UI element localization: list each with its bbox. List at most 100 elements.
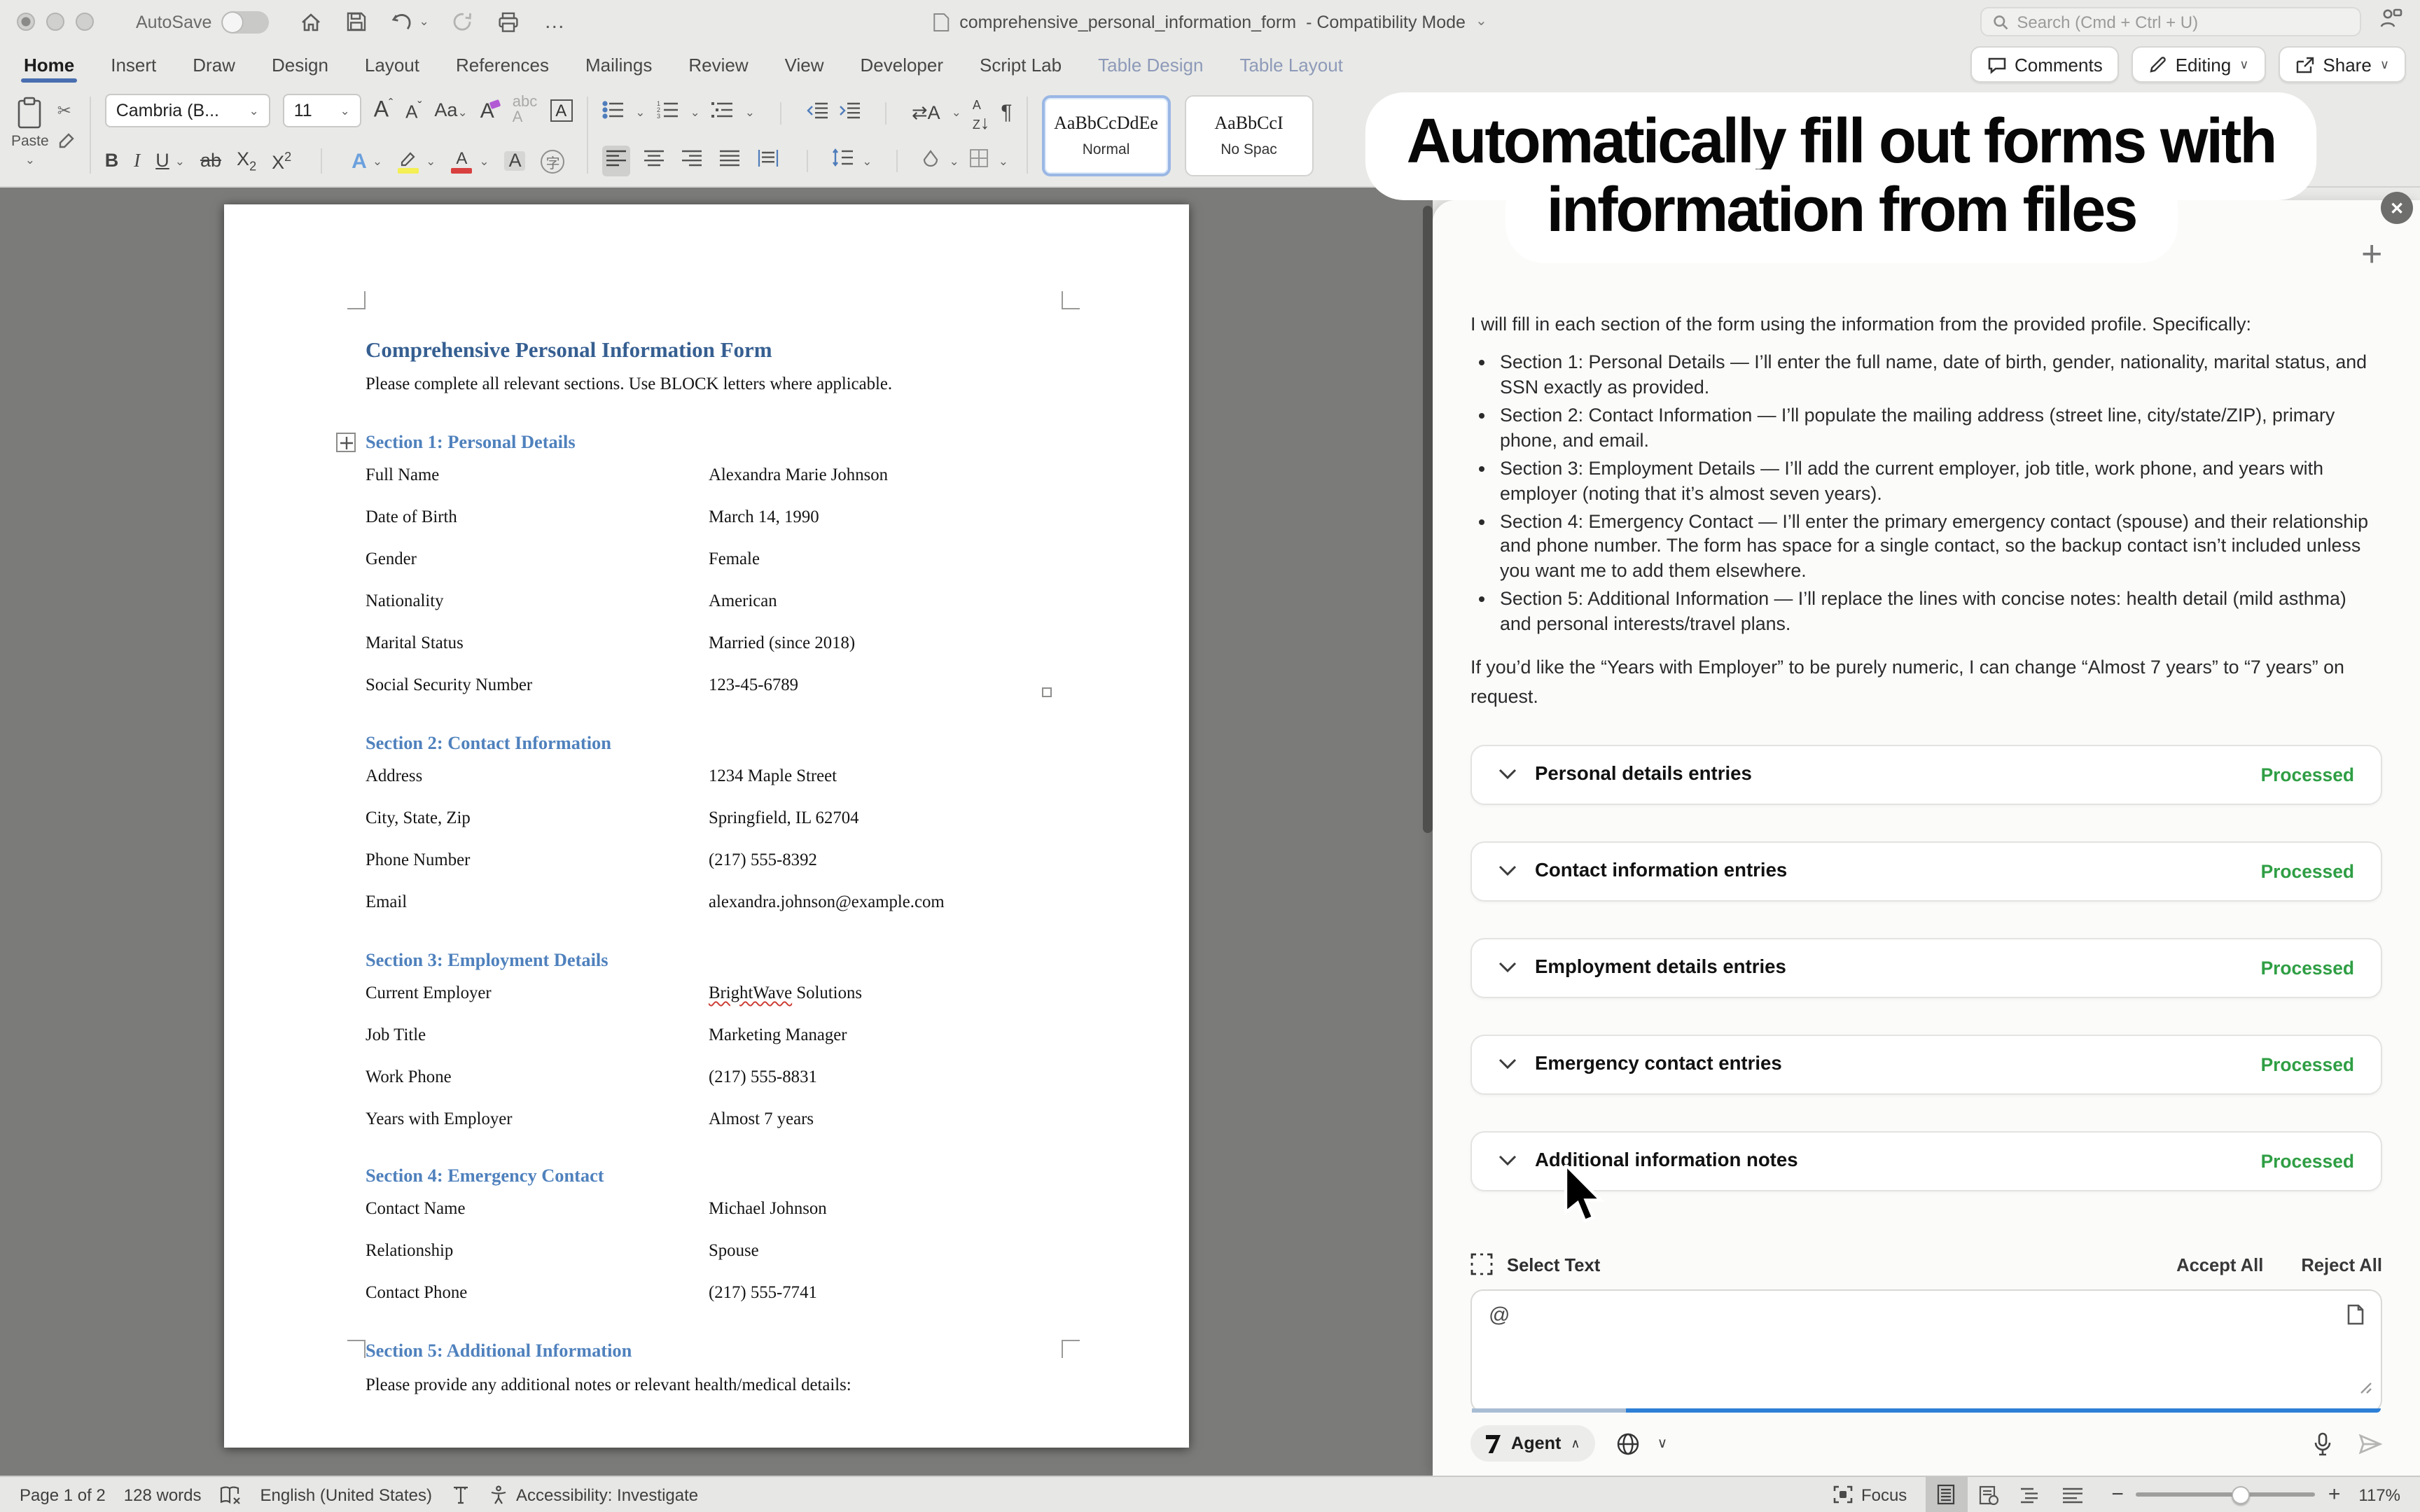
- autosave-toggle[interactable]: [221, 10, 269, 33]
- tab-developer[interactable]: Developer: [842, 43, 962, 87]
- asian-layout-button[interactable]: ⇄A: [912, 104, 940, 122]
- enclose-characters-button[interactable]: 字: [541, 149, 565, 173]
- language-status[interactable]: English (United States): [260, 1485, 432, 1504]
- web-access-icon[interactable]: [1617, 1432, 1641, 1455]
- comments-button[interactable]: Comments: [1970, 46, 2120, 83]
- save-icon[interactable]: [346, 11, 367, 32]
- editing-mode-button[interactable]: Editing ∨: [2132, 46, 2266, 83]
- font-color-button[interactable]: A: [451, 149, 472, 173]
- superscript-button[interactable]: X2: [272, 150, 291, 172]
- font-size-select[interactable]: 11⌄: [283, 94, 361, 127]
- print-layout-view-button[interactable]: [1925, 1476, 1967, 1512]
- cut-icon[interactable]: ✂: [57, 101, 76, 120]
- model-caret-icon[interactable]: ∨: [1657, 1436, 1668, 1451]
- agent-mode-selector[interactable]: Agent ∧: [1470, 1425, 1596, 1462]
- tab-layout[interactable]: Layout: [347, 43, 438, 87]
- chat-textarea[interactable]: [1486, 1333, 2367, 1394]
- strikethrough-button[interactable]: ab: [200, 152, 221, 171]
- more-commands-icon[interactable]: …: [544, 10, 566, 34]
- style-no-spacing[interactable]: AaBbCcI No Spac: [1185, 94, 1314, 176]
- word-count[interactable]: 128 words: [124, 1485, 202, 1504]
- draft-view-button[interactable]: [2051, 1476, 2093, 1512]
- shrink-font-button[interactable]: Aˇ: [405, 101, 422, 121]
- window-minimize-button[interactable]: [46, 13, 64, 31]
- grow-font-button[interactable]: Aˆ: [374, 99, 393, 123]
- accessibility-status[interactable]: Accessibility: Investigate: [488, 1485, 698, 1504]
- send-icon[interactable]: [2358, 1433, 2382, 1454]
- entries-card-additional-information-notes[interactable]: Additional information notesProcessed: [1470, 1130, 2382, 1191]
- select-text-button[interactable]: Select Text: [1507, 1254, 1600, 1275]
- paste-button[interactable]: Paste ⌄: [11, 97, 49, 176]
- tab-table-design[interactable]: Table Design: [1080, 43, 1221, 87]
- text-prediction-icon[interactable]: [450, 1485, 470, 1504]
- highlight-button[interactable]: [398, 149, 419, 173]
- window-close-button[interactable]: [17, 13, 35, 31]
- proofing-icon[interactable]: [220, 1485, 242, 1504]
- tab-draw[interactable]: Draw: [174, 43, 253, 87]
- increase-indent-button[interactable]: [839, 100, 860, 125]
- resize-handle-icon[interactable]: [2360, 1376, 2372, 1401]
- distribute-text-button[interactable]: [753, 146, 782, 176]
- justify-button[interactable]: [715, 146, 743, 176]
- character-border-button[interactable]: A: [550, 99, 572, 122]
- numbering-button[interactable]: 123: [657, 100, 679, 125]
- shading-button[interactable]: [922, 148, 940, 174]
- line-spacing-button[interactable]: [831, 148, 852, 174]
- italic-button[interactable]: I: [134, 152, 140, 171]
- window-zoom-button[interactable]: [76, 13, 94, 31]
- zoom-in-button[interactable]: +: [2328, 1483, 2341, 1506]
- search-input[interactable]: [2017, 12, 2349, 31]
- format-painter-icon[interactable]: [57, 132, 76, 154]
- subscript-button[interactable]: X2: [237, 149, 256, 172]
- show-paragraph-marks-button[interactable]: ¶: [1001, 102, 1012, 123]
- undo-caret-icon[interactable]: ⌄: [419, 14, 429, 29]
- account-icon[interactable]: [2378, 7, 2403, 36]
- mic-icon[interactable]: [2314, 1432, 2332, 1455]
- align-center-button[interactable]: [639, 146, 667, 176]
- home-icon[interactable]: [300, 10, 322, 33]
- tab-table-layout[interactable]: Table Layout: [1221, 43, 1361, 87]
- character-shading-button[interactable]: A: [505, 152, 526, 171]
- tab-view[interactable]: View: [767, 43, 842, 87]
- document-title[interactable]: comprehensive_personal_information_form …: [933, 12, 1487, 31]
- zoom-slider-thumb[interactable]: [2231, 1485, 2249, 1504]
- title-caret-icon[interactable]: ⌄: [1475, 14, 1487, 29]
- accept-all-button[interactable]: Accept All: [2176, 1254, 2263, 1275]
- undo-icon[interactable]: ⌄: [391, 11, 429, 32]
- zoom-out-button[interactable]: −: [2111, 1483, 2124, 1506]
- decrease-indent-button[interactable]: [807, 100, 828, 125]
- align-right-button[interactable]: [677, 146, 705, 176]
- share-button[interactable]: Share ∨: [2278, 46, 2406, 83]
- panel-new-chat-button[interactable]: +: [2361, 232, 2382, 276]
- tab-review[interactable]: Review: [670, 43, 766, 87]
- clear-formatting-button[interactable]: A: [480, 100, 500, 121]
- entries-card-personal-details-entries[interactable]: Personal details entriesProcessed: [1470, 744, 2382, 804]
- font-name-select[interactable]: Cambria (B...⌄: [105, 94, 270, 127]
- page-count[interactable]: Page 1 of 2: [20, 1485, 106, 1504]
- search-field[interactable]: [1980, 7, 2361, 36]
- panel-close-button[interactable]: ✕: [2381, 192, 2413, 224]
- chat-input-box[interactable]: @: [1470, 1289, 2382, 1413]
- style-normal[interactable]: AaBbCcDdEe Normal: [1042, 94, 1171, 176]
- print-icon[interactable]: [498, 10, 520, 33]
- zoom-slider[interactable]: [2136, 1492, 2316, 1497]
- document-page[interactable]: Comprehensive Personal Information Form …: [224, 204, 1189, 1448]
- entries-card-contact-information-entries[interactable]: Contact information entriesProcessed: [1470, 841, 2382, 901]
- text-effects-button[interactable]: A: [352, 149, 367, 173]
- tab-references[interactable]: References: [438, 43, 567, 87]
- change-case-button[interactable]: Aa⌄: [434, 102, 467, 120]
- borders-button[interactable]: [969, 148, 989, 174]
- entries-card-employment-details-entries[interactable]: Employment details entriesProcessed: [1470, 937, 2382, 997]
- underline-button[interactable]: U: [155, 152, 169, 171]
- reject-all-button[interactable]: Reject All: [2301, 1254, 2382, 1275]
- document-scrollbar[interactable]: [1423, 206, 1433, 833]
- tab-mailings[interactable]: Mailings: [567, 43, 670, 87]
- focus-mode-button[interactable]: Focus: [1833, 1485, 1907, 1504]
- align-left-button[interactable]: [601, 146, 630, 176]
- mention-button[interactable]: @: [1489, 1303, 1510, 1327]
- attach-file-icon[interactable]: [2346, 1303, 2365, 1333]
- web-layout-view-button[interactable]: [1967, 1476, 2009, 1512]
- multilevel-list-button[interactable]: [711, 100, 734, 125]
- sort-button[interactable]: AZ↓: [973, 94, 990, 132]
- table-move-handle[interactable]: [336, 433, 356, 452]
